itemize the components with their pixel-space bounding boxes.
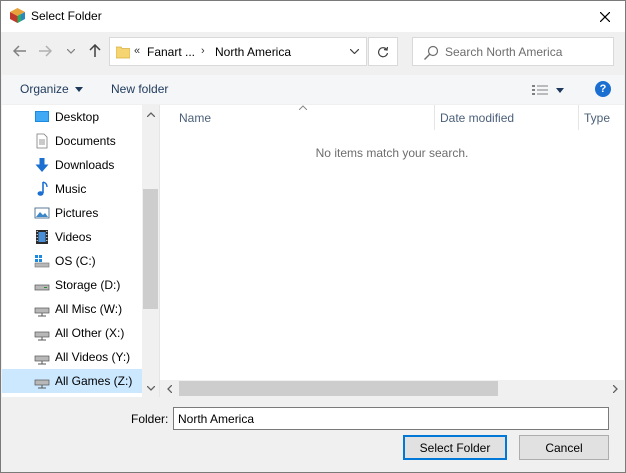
- column-divider[interactable]: [578, 105, 579, 130]
- breadcrumb-overflow-chevron[interactable]: «: [134, 45, 140, 57]
- sidebar-item-all-other-x[interactable]: All Other (X:): [2, 321, 142, 345]
- sidebar-item-label: All Other (X:): [55, 326, 125, 340]
- network-drive-icon: [34, 307, 50, 317]
- address-bar[interactable]: « Fanart ... › North America: [109, 37, 367, 66]
- sidebar-item-label: Music: [55, 182, 87, 196]
- scroll-right-button[interactable]: [608, 380, 622, 397]
- network-drive-icon: [34, 331, 50, 341]
- caret-down-icon: [556, 87, 564, 93]
- sidebar-item-desktop[interactable]: Desktop: [2, 105, 142, 129]
- select-folder-button[interactable]: Select Folder: [403, 435, 507, 460]
- window-title: Select Folder: [31, 9, 102, 23]
- sidebar-item-label: Storage (D:): [55, 278, 121, 292]
- sidebar-item-pictures[interactable]: Pictures: [2, 201, 142, 225]
- search-input[interactable]: [445, 41, 611, 62]
- network-drive-icon: [34, 379, 50, 389]
- close-button[interactable]: [585, 1, 625, 32]
- sidebar-item-os-c[interactable]: OS (C:): [2, 249, 142, 273]
- address-dropdown-button[interactable]: [342, 38, 366, 65]
- arrow-up-icon: [89, 44, 101, 57]
- scroll-thumb[interactable]: [179, 381, 498, 396]
- arrow-left-icon: [13, 45, 26, 57]
- empty-state-message: No items match your search.: [315, 146, 469, 160]
- refresh-button[interactable]: [368, 37, 398, 66]
- organize-button[interactable]: Organize: [20, 82, 83, 96]
- sidebar-item-label: Desktop: [55, 110, 100, 124]
- chevron-up-icon: [146, 111, 155, 117]
- sidebar-item-all-videos-y[interactable]: All Videos (Y:): [2, 345, 142, 369]
- cancel-button[interactable]: Cancel: [519, 435, 609, 460]
- scroll-thumb[interactable]: [143, 189, 158, 309]
- nav-list: Desktop Documents Downloads Music Pictur…: [2, 105, 142, 393]
- content-horizontal-scrollbar[interactable]: [160, 380, 624, 397]
- music-icon: [37, 181, 48, 196]
- windows-drive-icon: [34, 255, 50, 268]
- sidebar-item-storage-d[interactable]: Storage (D:): [2, 273, 142, 297]
- caret-down-icon: [74, 86, 83, 92]
- search-box[interactable]: [412, 37, 614, 66]
- scroll-up-button[interactable]: [142, 107, 159, 121]
- breadcrumb-item[interactable]: Fanart ...: [147, 45, 195, 59]
- close-icon: [600, 11, 610, 22]
- documents-icon: [36, 133, 48, 149]
- chevron-right-icon: [612, 384, 618, 393]
- help-icon[interactable]: ?: [595, 81, 611, 97]
- nav-pane-scrollbar[interactable]: [142, 105, 159, 397]
- select-folder-dialog: Select Folder « Fanart ... › North Ameri…: [0, 0, 626, 473]
- search-icon: [423, 45, 439, 61]
- command-bar: Organize New folder ?: [2, 75, 624, 104]
- scroll-down-button[interactable]: [142, 381, 159, 395]
- sidebar-item-downloads[interactable]: Downloads: [2, 153, 142, 177]
- column-header-row: Name Date modified Type: [160, 105, 624, 130]
- folder-name-input[interactable]: [173, 407, 609, 430]
- folder-field-label: Folder:: [131, 412, 169, 426]
- column-divider[interactable]: [434, 105, 435, 130]
- sidebar-item-music[interactable]: Music: [2, 177, 142, 201]
- recent-locations-button[interactable]: [64, 39, 78, 63]
- sidebar-item-label: All Misc (W:): [55, 302, 123, 316]
- column-header-name[interactable]: Name: [179, 105, 434, 130]
- forward-button[interactable]: [34, 39, 56, 63]
- sidebar-item-label: Videos: [55, 230, 92, 244]
- chevron-left-icon: [166, 384, 172, 393]
- refresh-icon: [377, 46, 389, 57]
- title-bar: Select Folder: [1, 1, 625, 32]
- sidebar-item-documents[interactable]: Documents: [2, 129, 142, 153]
- sidebar-item-label: OS (C:): [55, 254, 96, 268]
- up-button[interactable]: [84, 39, 106, 63]
- organize-label: Organize: [20, 82, 69, 96]
- sidebar-item-label: Pictures: [55, 206, 99, 220]
- videos-icon: [36, 230, 48, 244]
- back-button[interactable]: [9, 39, 31, 63]
- sidebar-item-all-games-z[interactable]: All Games (Z:): [2, 369, 142, 393]
- downloads-icon: [35, 158, 49, 172]
- breadcrumb-separator[interactable]: ›: [201, 45, 205, 57]
- network-drive-icon: [34, 355, 50, 365]
- sidebar-item-all-misc-w[interactable]: All Misc (W:): [2, 297, 142, 321]
- sidebar-item-label: All Videos (Y:): [55, 350, 131, 364]
- pictures-icon: [34, 207, 50, 219]
- app-icon: [10, 8, 25, 23]
- breadcrumb-item[interactable]: North America: [215, 45, 291, 59]
- chevron-down-icon: [349, 49, 359, 54]
- details-view-icon: [532, 85, 548, 95]
- new-folder-button[interactable]: New folder: [111, 82, 168, 96]
- sidebar-item-label: Downloads: [55, 158, 115, 172]
- drive-icon: [34, 284, 50, 291]
- sidebar-item-label: All Games (Z:): [55, 374, 133, 388]
- sidebar-item-label: Documents: [55, 134, 116, 148]
- file-list-pane[interactable]: Name Date modified Type No items match y…: [160, 105, 624, 397]
- chevron-down-icon: [67, 48, 75, 54]
- sidebar-item-videos[interactable]: Videos: [2, 225, 142, 249]
- chevron-down-icon: [146, 385, 155, 391]
- arrow-right-icon: [39, 45, 52, 57]
- column-header-type[interactable]: Type: [584, 105, 624, 130]
- column-header-date-modified[interactable]: Date modified: [440, 105, 578, 130]
- navigation-pane[interactable]: Desktop Documents Downloads Music Pictur…: [2, 105, 159, 397]
- desktop-icon: [35, 111, 49, 122]
- scroll-left-button[interactable]: [162, 380, 176, 397]
- change-view-button[interactable]: [532, 80, 570, 100]
- folder-icon: [115, 45, 131, 59]
